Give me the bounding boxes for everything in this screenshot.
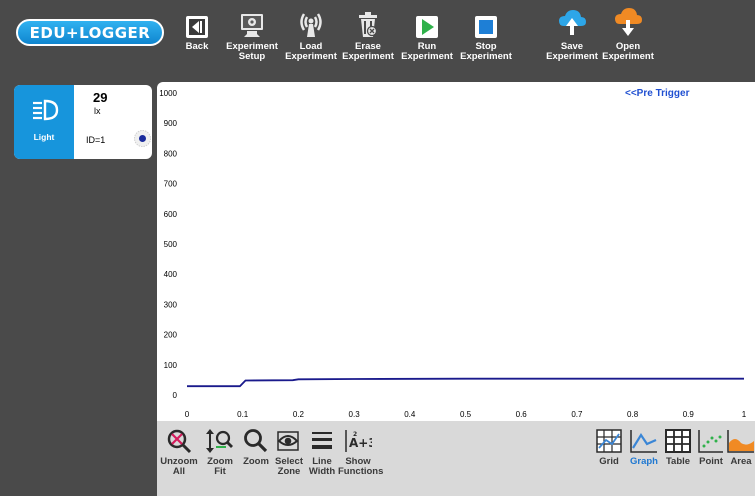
zoom-button[interactable]: Zoom xyxy=(240,427,272,467)
x-tick-label: 0.1 xyxy=(237,410,249,419)
top-toolbar: EDU+LOGGER Back Experiment Setup Load Ex… xyxy=(0,0,755,78)
scatter-points-icon xyxy=(695,427,727,454)
x-tick-label: 0.2 xyxy=(293,410,305,419)
graph-label: Graph xyxy=(630,456,658,467)
graph-panel[interactable]: 0 100 200 300 400 500 600 700 800 900 1000 0 0.1 0.2 0… xyxy=(157,82,755,422)
back-label: Back xyxy=(185,41,209,52)
app-logo: EDU+LOGGER xyxy=(16,19,164,46)
load-experiment-label-2: Experiment xyxy=(285,51,337,62)
grid-view-button[interactable]: Grid xyxy=(594,427,624,467)
series-line[interactable] xyxy=(187,377,744,388)
antenna-icon xyxy=(284,8,338,38)
zoom-fit-button[interactable]: Zoom Fit xyxy=(204,427,236,477)
stop-icon xyxy=(459,8,513,38)
line-width-icon xyxy=(306,427,338,454)
line-width-button[interactable]: Line Width xyxy=(306,427,338,477)
area-label: Area xyxy=(730,456,752,467)
run-experiment-button[interactable]: Run Experiment xyxy=(400,8,454,62)
svg-text:2: 2 xyxy=(353,431,357,438)
y-tick-label: 100 xyxy=(164,361,178,370)
save-experiment-button[interactable]: Save Experiment xyxy=(544,8,600,62)
y-tick-label: 0 xyxy=(173,391,178,400)
erase-experiment-label-2: Experiment xyxy=(342,51,394,62)
sensor-tile[interactable]: Light xyxy=(14,85,74,159)
line-width-label-2: Width xyxy=(308,466,336,477)
back-button[interactable]: Back xyxy=(180,8,214,52)
point-view-button[interactable]: Point xyxy=(695,427,727,467)
y-tick-label: 500 xyxy=(164,240,178,249)
sensor-status-icon[interactable] xyxy=(134,130,151,147)
area-view-button[interactable]: Area xyxy=(727,427,755,467)
grid-label: Grid xyxy=(599,456,619,467)
y-tick-label: 900 xyxy=(164,119,178,128)
svg-text:A+3: A+3 xyxy=(349,436,372,450)
zoom-fit-icon xyxy=(204,427,236,454)
cloud-download-icon xyxy=(600,8,656,38)
graph-icon xyxy=(627,427,661,454)
y-tick-label: 600 xyxy=(164,210,178,219)
x-tick-label: 0.5 xyxy=(460,410,472,419)
unzoom-icon xyxy=(160,427,198,454)
line-chart[interactable]: 0 100 200 300 400 500 600 700 800 900 1000 0 0.1 0.2 0… xyxy=(157,82,755,422)
sensor-value: 29 xyxy=(93,90,108,105)
bottom-toolbar: Unzoom All Zoom Fit Zoom Select Zone Lin… xyxy=(157,421,755,496)
sensor-id: ID=1 xyxy=(86,135,106,145)
functions-icon: A+32 xyxy=(338,427,378,454)
y-tick-label: 700 xyxy=(164,180,178,189)
show-functions-button[interactable]: A+32 Show Functions xyxy=(338,427,384,477)
x-tick-label: 0.6 xyxy=(516,410,528,419)
select-zone-button[interactable]: Select Zone xyxy=(272,427,306,477)
sensor-unit: lx xyxy=(94,106,101,116)
table-view-button[interactable]: Table xyxy=(662,427,694,467)
zoom-label: Zoom xyxy=(243,456,269,467)
x-tick-label: 0.7 xyxy=(571,410,583,419)
back-icon xyxy=(180,8,214,38)
monitor-settings-icon xyxy=(224,8,280,38)
grid-icon xyxy=(594,427,624,454)
pre-trigger-annotation: <<Pre Trigger xyxy=(625,88,690,99)
x-tick-label: 0 xyxy=(185,410,190,419)
experiment-setup-label-2: Setup xyxy=(238,51,266,62)
headlight-icon xyxy=(33,99,59,121)
open-experiment-label-2: Experiment xyxy=(602,51,654,62)
experiment-setup-button[interactable]: Experiment Setup xyxy=(224,8,280,62)
area-chart-icon xyxy=(727,427,755,454)
x-tick-label: 0.8 xyxy=(627,410,639,419)
cloud-upload-icon xyxy=(544,8,600,38)
y-tick-label: 800 xyxy=(164,149,178,158)
sensor-card[interactable]: Light 29 lx ID=1 xyxy=(14,85,152,159)
trash-icon xyxy=(341,8,395,38)
x-tick-label: 1 xyxy=(742,410,747,419)
erase-experiment-button[interactable]: Erase Experiment xyxy=(341,8,395,62)
eye-icon xyxy=(272,427,306,454)
app-logo-text: EDU+LOGGER xyxy=(29,23,151,42)
play-icon xyxy=(400,8,454,38)
graph-view-button[interactable]: Graph xyxy=(627,427,661,467)
y-tick-label: 200 xyxy=(164,331,178,340)
zoom-fit-label-2: Fit xyxy=(214,466,226,477)
select-zone-label-2: Zone xyxy=(277,466,301,477)
table-label: Table xyxy=(665,456,691,467)
unzoom-all-label-2: All xyxy=(172,466,186,477)
y-tick-label: 300 xyxy=(164,300,178,309)
open-experiment-button[interactable]: Open Experiment xyxy=(600,8,656,62)
point-label: Point xyxy=(699,456,723,467)
unzoom-all-button[interactable]: Unzoom All xyxy=(160,427,198,477)
y-tick-label: 1000 xyxy=(159,89,177,98)
stop-experiment-label-2: Experiment xyxy=(460,51,512,62)
table-icon xyxy=(662,427,694,454)
load-experiment-button[interactable]: Load Experiment xyxy=(284,8,338,62)
stop-experiment-button[interactable]: Stop Experiment xyxy=(459,8,513,62)
save-experiment-label-2: Experiment xyxy=(546,51,598,62)
sensor-name: Light xyxy=(33,132,55,142)
y-tick-label: 400 xyxy=(164,270,178,279)
x-tick-label: 0.9 xyxy=(683,410,695,419)
x-tick-label: 0.4 xyxy=(404,410,416,419)
run-experiment-label-2: Experiment xyxy=(401,51,453,62)
show-functions-label-2: Functions xyxy=(338,466,384,477)
magnifier-icon xyxy=(240,427,272,454)
x-tick-label: 0.3 xyxy=(349,410,361,419)
